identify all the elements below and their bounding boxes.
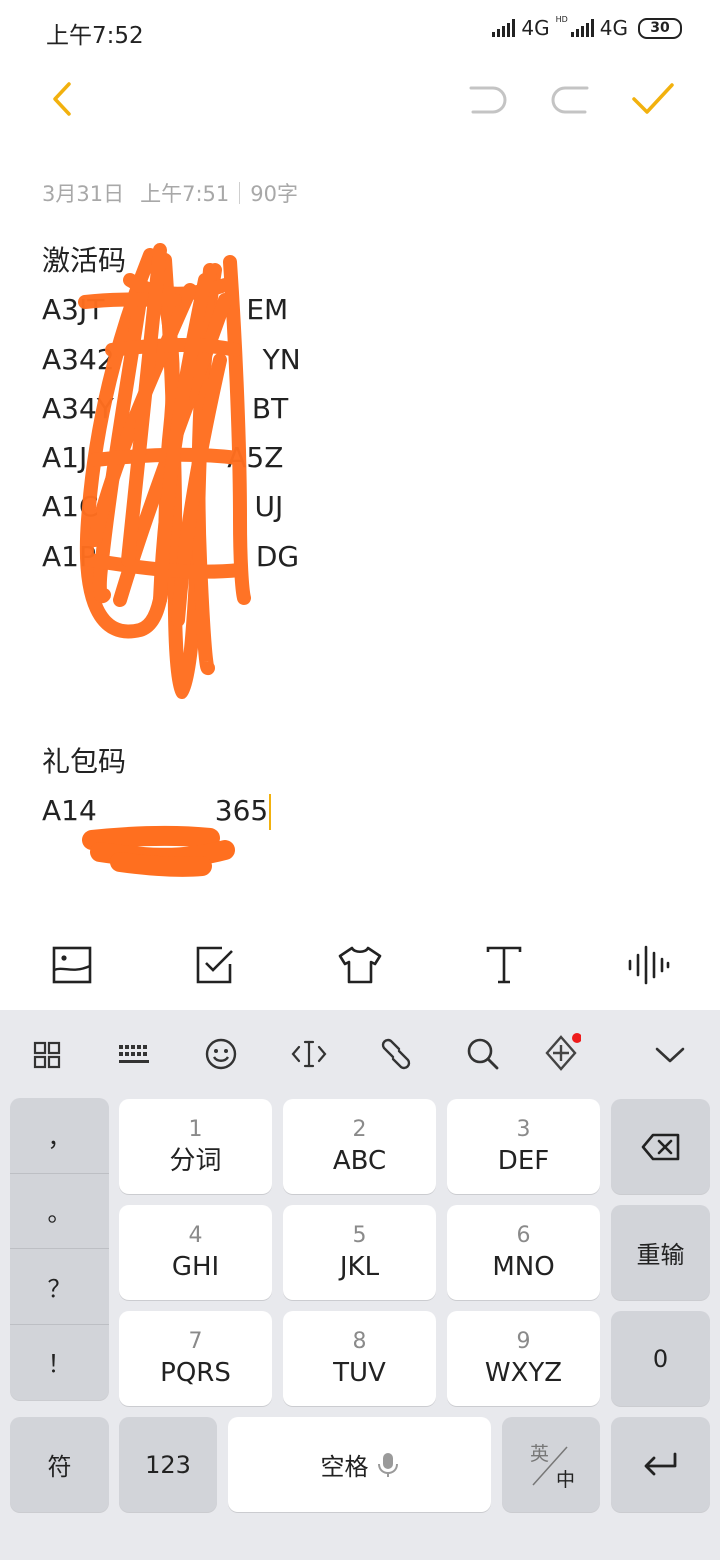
symbol-button[interactable]: 符 xyxy=(10,1417,109,1512)
key-8[interactable]: 8 TUV xyxy=(283,1311,436,1406)
enter-icon xyxy=(644,1452,676,1475)
retype-button[interactable]: 重输 xyxy=(611,1205,710,1300)
key-7[interactable]: 7 PQRS xyxy=(119,1311,272,1406)
punct-key-comma[interactable]: ， xyxy=(10,1098,109,1174)
number-switch-button[interactable]: 123 xyxy=(119,1417,217,1512)
backspace-icon xyxy=(641,1133,679,1160)
keyboard-icon[interactable] xyxy=(116,1038,152,1072)
microphone-icon xyxy=(377,1452,398,1477)
keyboard: ， 。 ？ ！ 1 分词 2 ABC 3 DEF 4 GHI 5 JKL 6 MNO 重输 … xyxy=(0,1010,720,1560)
checklist-icon[interactable] xyxy=(192,941,240,989)
emoji-icon[interactable] xyxy=(203,1036,239,1072)
shirt-icon[interactable] xyxy=(334,941,386,989)
key-2[interactable]: 2 ABC xyxy=(283,1099,436,1194)
key-6[interactable]: 6 MNO xyxy=(447,1205,600,1300)
key-4[interactable]: 4 GHI xyxy=(119,1205,272,1300)
cursor-icon[interactable] xyxy=(290,1036,328,1072)
key-3[interactable]: 3 DEF xyxy=(447,1099,600,1194)
grid-icon[interactable] xyxy=(30,1038,64,1072)
language-switch-button[interactable]: 英 中 xyxy=(502,1417,600,1512)
link-icon[interactable] xyxy=(378,1036,414,1072)
punctuation-column: ， 。 ？ ！ xyxy=(10,1098,109,1400)
enter-button[interactable] xyxy=(611,1417,710,1512)
format-toolbar xyxy=(0,925,720,1005)
keyboard-toolbar xyxy=(0,1010,720,1096)
punct-key-question[interactable]: ？ xyxy=(10,1249,109,1325)
key-1[interactable]: 1 分词 xyxy=(119,1099,272,1194)
collapse-icon[interactable] xyxy=(652,1040,688,1070)
redaction-scribble xyxy=(78,243,251,877)
image-icon[interactable] xyxy=(48,941,96,989)
key-0[interactable]: 0 xyxy=(611,1311,710,1406)
audio-icon[interactable] xyxy=(622,941,674,989)
punct-key-period[interactable]: 。 xyxy=(10,1174,109,1249)
key-9[interactable]: 9 WXYZ xyxy=(447,1311,600,1406)
key-5[interactable]: 5 JKL xyxy=(283,1205,436,1300)
text-format-icon[interactable] xyxy=(480,941,528,989)
punct-key-exclamation[interactable]: ！ xyxy=(10,1325,109,1400)
plugin-icon[interactable] xyxy=(540,1032,582,1074)
search-icon[interactable] xyxy=(465,1036,501,1072)
backspace-button[interactable] xyxy=(611,1099,710,1194)
space-button[interactable]: 空格 xyxy=(228,1417,491,1512)
